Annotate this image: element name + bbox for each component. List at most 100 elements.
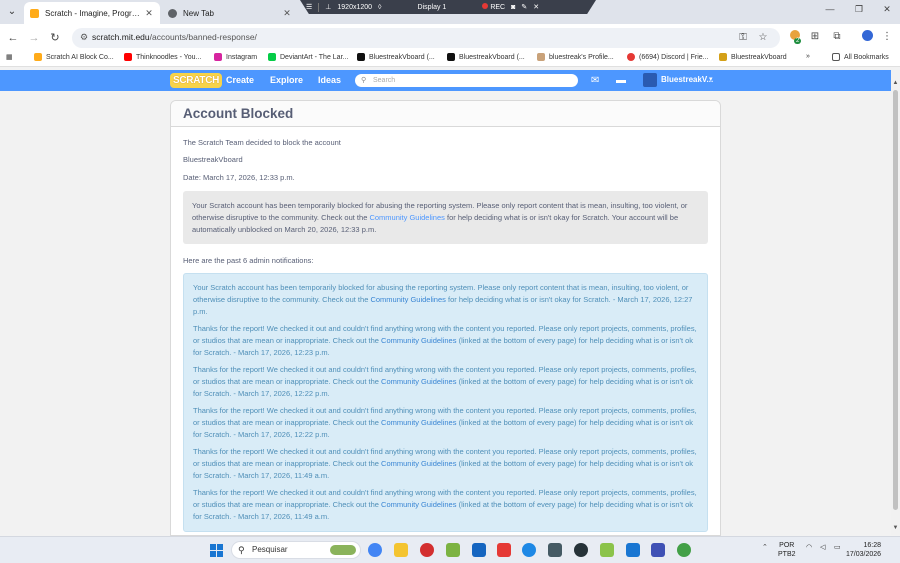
reload-icon[interactable]: ↻ [48,31,62,45]
username[interactable]: BluestreakV... [661,75,713,84]
app-icon[interactable] [522,543,536,557]
clock-time: 16:28 [863,542,882,549]
community-guidelines-link[interactable]: Community Guidelines [381,336,456,345]
file-explorer-icon[interactable] [394,543,408,557]
record-button[interactable]: REC [482,3,505,11]
account-blocked-card: Account Blocked The Scratch Team decided… [170,100,721,536]
bookmark-item[interactable]: DeviantArt - The Lar... [268,53,348,61]
scratch-logo[interactable]: SCRATCH [170,73,223,88]
extensions-puzzle-icon[interactable]: ⧉ [830,30,844,44]
system-clock[interactable]: 16:28 17/03/2026 [846,541,881,559]
kebab-menu-icon[interactable]: ⋮ [880,30,894,44]
app-icon[interactable] [574,543,588,557]
block-notice: Your Scratch account has been temporaril… [183,191,708,244]
restore-icon[interactable]: ❐ [852,4,866,15]
recorder-display[interactable]: Display 1 [418,4,447,11]
community-guidelines-link[interactable]: Community Guidelines [381,500,456,509]
app-icon[interactable] [626,543,640,557]
language-indicator[interactable]: POR PTB2 [778,541,796,559]
search-icon: ⚲ [238,545,245,555]
windows-taskbar: ⚲ Pesquisar ⌃ POR PTB2 ◠ ◁ ▭ 16:28 17/03/2… [0,536,900,563]
bookmark-item[interactable]: (6694) Discord | Frie... [627,53,709,61]
tab-scratch[interactable]: Scratch - Imagine, Program, Sh ✕ [24,2,160,24]
bookmark-item[interactable]: BluestreakVboard (... [357,53,435,61]
scroll-up-icon[interactable]: ▲ [891,80,900,86]
game-app-icon[interactable] [446,543,460,557]
past-notifications-heading: Here are the past 6 admin notifications: [183,256,314,265]
url-host: scratch.mit.edu [92,32,150,42]
all-bookmarks-button[interactable]: All Bookmarks [832,53,889,61]
bookmark-label: BluestreakVboard [731,53,787,61]
notification-item: Thanks for the report! We checked it out… [193,364,697,400]
camera-icon[interactable]: ◙ [511,4,515,11]
bookmark-star-icon[interactable]: ☆ [756,31,770,45]
url-text[interactable]: scratch.mit.edu/accounts/banned-response… [92,32,257,42]
profile-avatar-icon[interactable] [860,30,874,44]
extension-2-icon[interactable]: ⊞ [808,30,822,44]
chevron-down-icon[interactable]: ▾ [709,75,713,83]
recorder-app-icon[interactable] [420,543,434,557]
windows-start-icon[interactable] [210,544,223,557]
messages-icon[interactable]: ✉ [591,75,599,86]
scroll-thumb[interactable] [893,90,898,510]
close-recorder-icon[interactable]: ✕ [533,3,539,11]
scratch-favicon-icon [30,8,39,18]
my-stuff-folder-icon[interactable]: ▬ [616,75,626,86]
pen-icon[interactable]: ✎ [521,3,527,11]
address-bar[interactable]: ⚙ scratch.mit.edu/accounts/banned-respon… [72,28,780,48]
apps-grid-icon[interactable]: ▦ [6,53,13,61]
scroll-down-icon[interactable]: ▼ [891,525,900,531]
community-guidelines-link[interactable]: Community Guidelines [381,418,456,427]
bookmark-label: Scratch AI Block Co... [46,53,114,61]
clock-date: 17/03/2026 [846,551,882,558]
drop-icon[interactable]: ◊ [378,4,381,11]
bookmark-label: (6694) Discord | Frie... [639,53,709,61]
chrome-icon[interactable] [368,543,382,557]
app-icon[interactable] [548,543,562,557]
search-input[interactable]: ⚲ Search [355,74,578,87]
all-bookmarks-label: All Bookmarks [844,53,889,61]
close-tab-icon[interactable]: ✕ [144,8,154,19]
community-guidelines-link[interactable]: Community Guidelines [381,459,456,468]
app-icon[interactable] [600,543,614,557]
nav-ideas[interactable]: Ideas [318,75,341,85]
app-icon[interactable] [651,543,665,557]
bookmark-item[interactable]: Scratch AI Block Co... [34,53,114,61]
deviantart-icon [268,53,276,61]
bookmark-item[interactable]: Instagram [214,53,257,61]
bookmark-item[interactable]: BluestreakVboard (... [447,53,525,61]
tab-new-tab[interactable]: New Tab ✕ [162,2,298,24]
avatar[interactable] [643,73,657,87]
store-icon[interactable] [472,543,486,557]
close-tab-icon[interactable]: ✕ [282,8,292,19]
site-info-icon[interactable]: ⚙ [78,31,90,43]
volume-icon[interactable]: ◁ [820,543,825,551]
menu-icon[interactable]: ☰ [306,3,312,11]
password-key-icon[interactable]: ⚿ [736,31,750,45]
minimize-icon[interactable]: — [823,4,837,14]
tab-title: Scratch - Imagine, Program, Sh [45,8,144,18]
bookmark-item[interactable]: bluestreak's Profile... [537,53,614,61]
close-window-icon[interactable]: ✕ [880,4,894,15]
community-guidelines-link[interactable]: Community Guidelines [369,213,444,222]
community-guidelines-link[interactable]: Community Guidelines [370,295,445,304]
bookmark-item[interactable]: Thinknoodles - You... [124,53,201,61]
wifi-icon[interactable]: ◠ [806,543,812,551]
chevron-up-icon[interactable]: ⌃ [762,543,768,551]
community-guidelines-link[interactable]: Community Guidelines [381,377,456,386]
pin-icon[interactable]: ⊥ [325,3,331,11]
tab-search-icon[interactable]: ⌄ [4,4,20,20]
nav-create[interactable]: Create [226,75,254,85]
more-bookmarks-icon[interactable]: » [806,53,810,60]
taskbar-search[interactable]: ⚲ Pesquisar [231,541,361,559]
forward-icon[interactable]: → [27,31,41,45]
app-icon[interactable] [497,543,511,557]
record-label: REC [490,4,506,11]
back-icon[interactable]: ← [6,31,20,45]
nav-explore[interactable]: Explore [270,75,303,85]
bookmark-label: BluestreakVboard (... [459,53,525,61]
battery-icon[interactable]: ▭ [834,543,841,551]
chrome-alt-icon[interactable] [677,543,691,557]
bookmark-item[interactable]: BluestreakVboard [719,53,787,61]
page-scrollbar[interactable]: ▲ ▼ [891,70,900,535]
